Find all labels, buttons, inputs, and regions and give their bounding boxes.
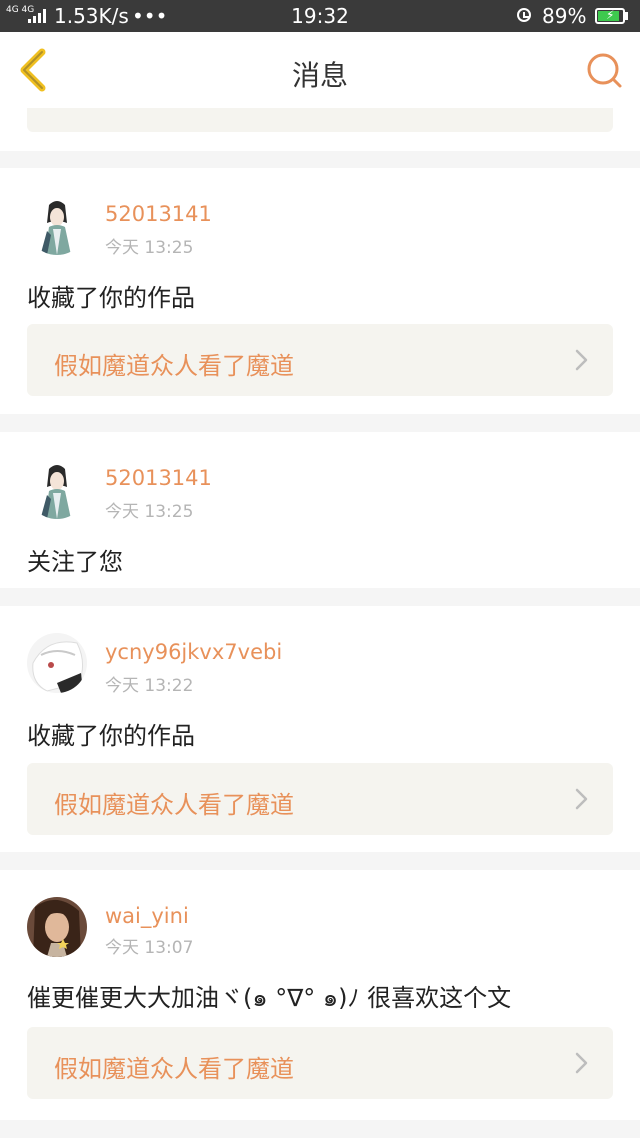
timestamp: 今天 13:25 bbox=[105, 238, 194, 258]
timestamp: 今天 13:22 bbox=[105, 676, 194, 696]
chevron-right-icon bbox=[575, 1052, 588, 1074]
username[interactable]: wai_yini bbox=[105, 904, 189, 928]
battery-icon: ⚡ bbox=[595, 8, 625, 24]
back-button[interactable] bbox=[14, 46, 54, 94]
username[interactable]: 52013141 bbox=[105, 466, 212, 490]
username[interactable]: ycny96jkvx7vebi bbox=[105, 640, 282, 664]
notification-message: 催更催更大大加油ヾ(๑ °∇° ๑)ﾉ 很喜欢这个文 bbox=[27, 984, 512, 1012]
user-avatar[interactable] bbox=[27, 633, 87, 693]
chevron-right-icon bbox=[575, 788, 588, 810]
work-title: 假如魔道众人看了魔道 bbox=[54, 352, 294, 380]
notification-message: 关注了您 bbox=[27, 548, 123, 576]
user-avatar[interactable] bbox=[27, 897, 87, 957]
work-link[interactable]: 假如魔道众人看了魔道 bbox=[27, 1027, 613, 1099]
timestamp: 今天 13:25 bbox=[105, 502, 194, 522]
battery-percent: 89% bbox=[542, 4, 587, 28]
notification-card: ycny96jkvx7vebi 今天 13:22 收藏了你的作品 假如魔道众人看… bbox=[0, 606, 640, 852]
chevron-right-icon bbox=[575, 349, 588, 371]
notification-message: 收藏了你的作品 bbox=[27, 722, 195, 750]
chevron-left-icon bbox=[20, 48, 46, 92]
notification-card: wai_yini 今天 13:07 催更催更大大加油ヾ(๑ °∇° ๑)ﾉ 很喜… bbox=[0, 870, 640, 1120]
white-hair-avatar bbox=[27, 633, 87, 693]
work-title: 假如魔道众人看了魔道 bbox=[54, 1055, 294, 1083]
previous-card bbox=[0, 108, 640, 151]
battery-tip bbox=[625, 12, 628, 20]
notification-card: 52013141 今天 13:25 收藏了你的作品 假如魔道众人看了魔道 bbox=[0, 168, 640, 414]
work-link[interactable]: 假如魔道众人看了魔道 bbox=[27, 763, 613, 835]
notification-card: 52013141 今天 13:25 关注了您 bbox=[0, 432, 640, 588]
anime-girl-avatar bbox=[27, 459, 87, 519]
timestamp: 今天 13:07 bbox=[105, 938, 194, 958]
header: 消息 bbox=[0, 32, 640, 109]
charging-icon: ⚡ bbox=[606, 8, 615, 22]
portrait-avatar bbox=[27, 897, 87, 957]
work-title: 假如魔道众人看了魔道 bbox=[54, 791, 294, 819]
previous-work-link[interactable] bbox=[27, 108, 613, 132]
status-bar: 4G 4G 1.53K/s ••• 19:32 89% ⚡ bbox=[0, 0, 640, 32]
work-link[interactable]: 假如魔道众人看了魔道 bbox=[27, 324, 613, 396]
anime-girl-avatar bbox=[27, 195, 87, 255]
notification-message: 收藏了你的作品 bbox=[27, 284, 195, 312]
alarm-icon bbox=[517, 8, 531, 22]
page-title: 消息 bbox=[291, 59, 348, 92]
username[interactable]: 52013141 bbox=[105, 202, 212, 226]
user-avatar[interactable] bbox=[27, 459, 87, 519]
search-icon bbox=[587, 53, 622, 88]
user-avatar[interactable] bbox=[27, 195, 87, 255]
search-button[interactable] bbox=[584, 50, 624, 90]
